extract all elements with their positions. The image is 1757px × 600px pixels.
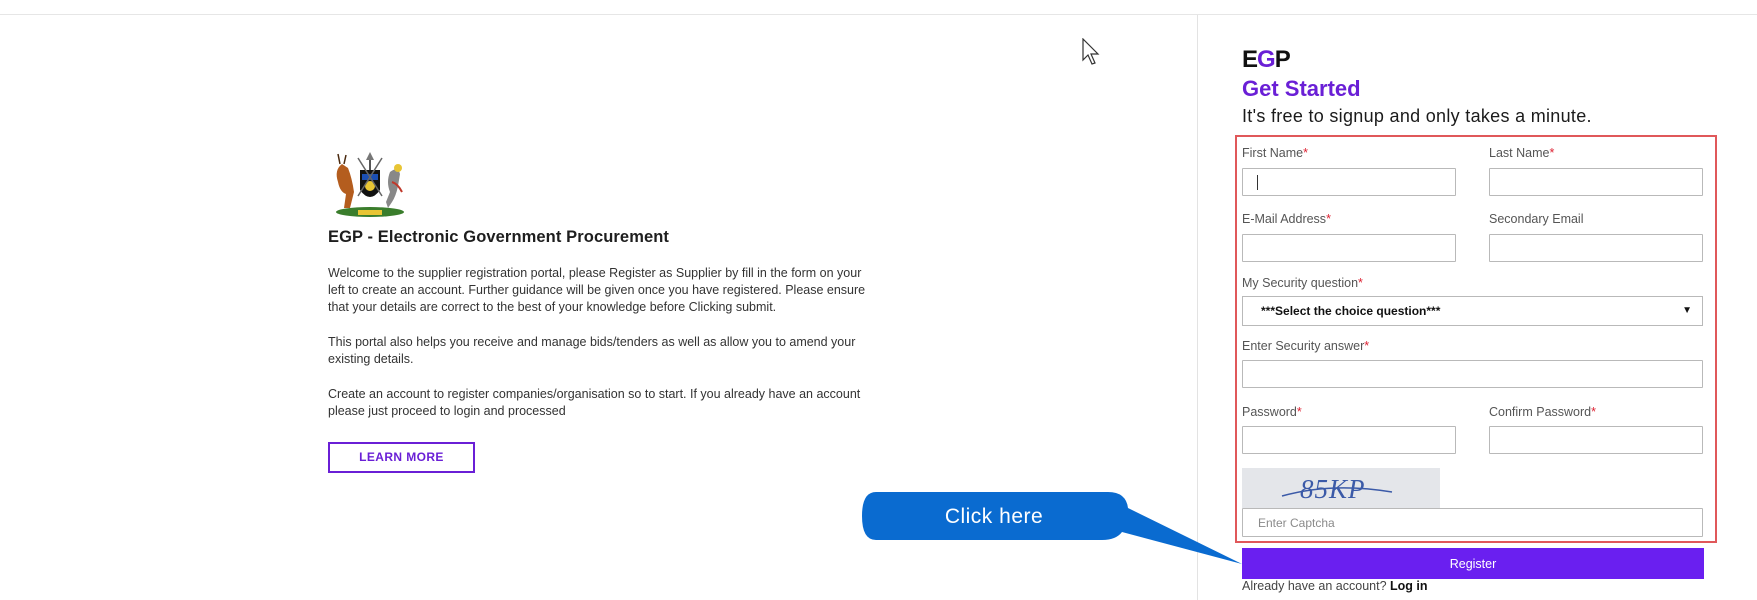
- security-answer-label-text: Enter Security answer: [1242, 339, 1365, 353]
- caret-down-icon: ▼: [1682, 305, 1692, 316]
- info-panel: EGP - Electronic Government Procurement …: [328, 152, 868, 473]
- callout-text: Click here: [944, 505, 1044, 528]
- security-question-select[interactable]: ***Select the choice question*** ▼: [1242, 296, 1703, 326]
- last-name-input[interactable]: [1489, 168, 1703, 196]
- captcha-text: 85KP: [1300, 474, 1366, 504]
- last-name-label: Last Name*: [1489, 146, 1554, 160]
- secondary-email-label: Secondary Email: [1489, 212, 1584, 226]
- confirm-password-label-text: Confirm Password: [1489, 405, 1592, 419]
- confirm-password-label: Confirm Password*: [1489, 405, 1596, 419]
- logo-letter-e: E: [1242, 46, 1258, 73]
- coat-of-arms-icon: [336, 152, 404, 217]
- email-label-text: E-Mail Address: [1242, 212, 1327, 226]
- text-caret: [1257, 175, 1258, 190]
- first-name-input[interactable]: [1242, 168, 1456, 196]
- security-question-label-text: My Security question: [1242, 276, 1359, 290]
- info-paragraph-portal: This portal also helps you receive and m…: [328, 335, 856, 366]
- info-title: EGP - Electronic Government Procurement: [328, 228, 670, 246]
- required-mark: *: [1303, 146, 1308, 160]
- captcha-graphic: 85KP: [1281, 474, 1393, 504]
- login-prompt: Already have an account?: [1242, 579, 1387, 593]
- security-question-selected: ***Select the choice question***: [1261, 304, 1441, 318]
- required-mark: *: [1364, 339, 1370, 353]
- form-heading: Get Started: [1242, 76, 1361, 101]
- learn-more-button[interactable]: LEARN MORE: [328, 442, 475, 473]
- login-link[interactable]: Log in: [1390, 579, 1428, 593]
- first-name-label: First Name*: [1242, 146, 1308, 160]
- security-answer-label: Enter Security answer*: [1242, 339, 1369, 353]
- security-question-label: My Security question*: [1242, 276, 1363, 290]
- required-mark: *: [1591, 405, 1596, 419]
- required-mark: *: [1358, 276, 1363, 290]
- required-mark: *: [1326, 212, 1331, 226]
- logo-letter-g: G: [1257, 46, 1276, 73]
- captcha-input[interactable]: [1242, 508, 1703, 537]
- required-mark: *: [1549, 146, 1555, 160]
- egp-logo: EGP: [1242, 46, 1291, 74]
- email-label: E-Mail Address*: [1242, 212, 1331, 226]
- first-name-label-text: First Name: [1242, 146, 1304, 160]
- top-border: [0, 14, 1757, 15]
- security-answer-input[interactable]: [1242, 360, 1703, 388]
- login-row: Already have an account? Log in: [1242, 579, 1428, 593]
- form-subtitle: It's free to signup and only takes a min…: [1242, 106, 1592, 126]
- password-label: Password*: [1242, 405, 1302, 419]
- password-label-text: Password: [1242, 405, 1297, 419]
- last-name-label-text: Last Name: [1489, 146, 1550, 160]
- register-button[interactable]: Register: [1242, 548, 1704, 579]
- password-input[interactable]: [1242, 426, 1456, 454]
- captcha-image: 85KP: [1242, 468, 1440, 508]
- mouse-pointer-icon: [1082, 38, 1100, 65]
- email-input[interactable]: [1242, 234, 1456, 262]
- info-paragraph-create: Create an account to register companies/…: [328, 387, 861, 418]
- info-paragraph-welcome: Welcome to the supplier registration por…: [328, 266, 866, 314]
- logo-letter-p: P: [1274, 46, 1291, 73]
- confirm-password-input[interactable]: [1489, 426, 1703, 454]
- required-mark: *: [1296, 405, 1302, 419]
- secondary-email-input[interactable]: [1489, 234, 1703, 262]
